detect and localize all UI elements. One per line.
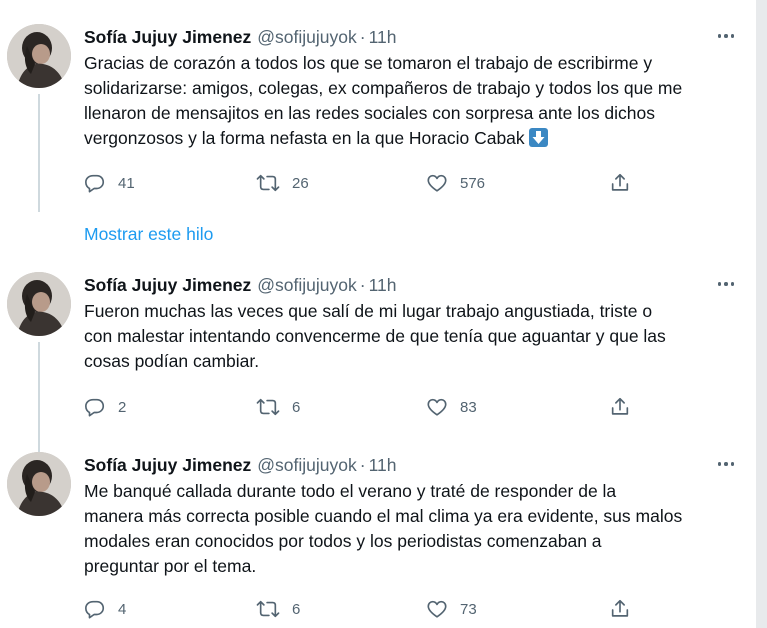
tweet-text: Fueron muchas las veces que salí de mi l… [84,299,724,374]
share-button[interactable] [609,395,631,419]
like-count: 576 [460,174,486,192]
reply-button[interactable]: 41 [84,171,135,195]
reply-count: 41 [118,174,135,192]
timestamp[interactable]: 11h [369,275,397,296]
reply-button[interactable]: 4 [84,597,126,621]
tweet-text-line: llenaron de mensajitos en las redes soci… [84,103,656,123]
share-icon [611,397,629,415]
tweet-text-line: Me banqué callada durante todo el verano… [84,481,617,501]
retweet-count: 26 [292,174,309,192]
tweet-header: Sofía Jujuy Jimenez @sofijujuyok · 11h [84,24,397,50]
reply-icon [85,174,105,193]
tweet-actions: 41 26 576 [84,171,644,195]
separator-dot: · [359,274,366,295]
avatar[interactable] [7,272,71,336]
like-button[interactable]: 73 [426,597,477,621]
avatar[interactable] [7,452,71,516]
tweet-text-line: solidarizarse: amigos, colegas, ex compa… [84,78,683,98]
tweet-text-line: modales eran conocidos por todos y los p… [84,531,602,551]
author-name[interactable]: Sofía Jujuy Jimenez [84,455,251,476]
tweet[interactable]: Sofía Jujuy Jimenez @sofijujuyok · 11h M… [0,452,756,628]
like-icon [427,174,447,192]
thread-line [38,342,40,454]
reply-count: 4 [118,600,127,618]
retweet-button[interactable]: 26 [256,171,309,195]
tweet-text: Me banqué callada durante todo el verano… [84,479,724,579]
like-icon [427,398,447,416]
thread-line [38,94,40,212]
tweet-actions: 2 6 83 [84,395,644,419]
more-icon[interactable] [713,276,739,292]
tweet-text: Gracias de corazón a todos los que se to… [84,51,724,151]
like-button[interactable]: 576 [426,171,485,195]
retweet-count: 6 [292,398,301,416]
like-count: 83 [460,398,477,416]
retweet-button[interactable]: 6 [256,597,300,621]
tweet-text-line: Gracias de corazón a todos los que se to… [84,53,653,73]
separator-dot: · [359,454,366,475]
retweet-icon [256,600,280,618]
like-icon [427,600,447,618]
tweet-text-line: cosas podían cambiar. [84,351,260,371]
more-icon[interactable] [713,28,739,44]
author-name[interactable]: Sofía Jujuy Jimenez [84,27,251,48]
retweet-icon [256,174,280,192]
like-button[interactable]: 83 [426,395,477,419]
tweet-text-line: con malestar intentando convencerme de q… [84,326,666,346]
share-button[interactable] [609,171,631,195]
window-edge [756,0,767,628]
tweet[interactable]: Sofía Jujuy Jimenez @sofijujuyok · 11h G… [0,24,756,254]
show-thread-link[interactable]: Mostrar este hilo [84,224,213,245]
reply-count: 2 [118,398,127,416]
timestamp[interactable]: 11h [369,455,397,476]
retweet-button[interactable]: 6 [256,395,300,419]
share-icon [611,599,629,617]
down-arrow-emoji [528,128,548,147]
tweet-text-line: preguntar por el tema. [84,556,257,576]
like-count: 73 [460,600,477,618]
retweet-count: 6 [292,600,301,618]
share-button[interactable] [609,597,631,621]
tweet-text-line: manera más correcta posible cuando el ma… [84,506,683,526]
author-handle[interactable]: @sofijujuyok [257,455,356,476]
tweet-actions: 4 6 73 [84,597,644,621]
tweet-text-line: Fueron muchas las veces que salí de mi l… [84,301,653,321]
author-handle[interactable]: @sofijujuyok [257,27,356,48]
timestamp[interactable]: 11h [369,27,397,48]
author-name[interactable]: Sofía Jujuy Jimenez [84,275,251,296]
separator-dot: · [359,26,366,47]
more-icon[interactable] [713,456,739,472]
tweet[interactable]: Sofía Jujuy Jimenez @sofijujuyok · 11h F… [0,272,756,454]
reply-button[interactable]: 2 [84,395,126,419]
share-icon [611,173,629,191]
author-handle[interactable]: @sofijujuyok [257,275,356,296]
tweet-header: Sofía Jujuy Jimenez @sofijujuyok · 11h [84,452,397,478]
avatar[interactable] [7,24,71,88]
reply-icon [85,600,105,619]
tweet-header: Sofía Jujuy Jimenez @sofijujuyok · 11h [84,272,397,298]
tweet-text-line: vergonzosos y la forma nefasta en la que… [84,128,525,148]
reply-icon [85,398,105,417]
retweet-icon [256,398,280,416]
